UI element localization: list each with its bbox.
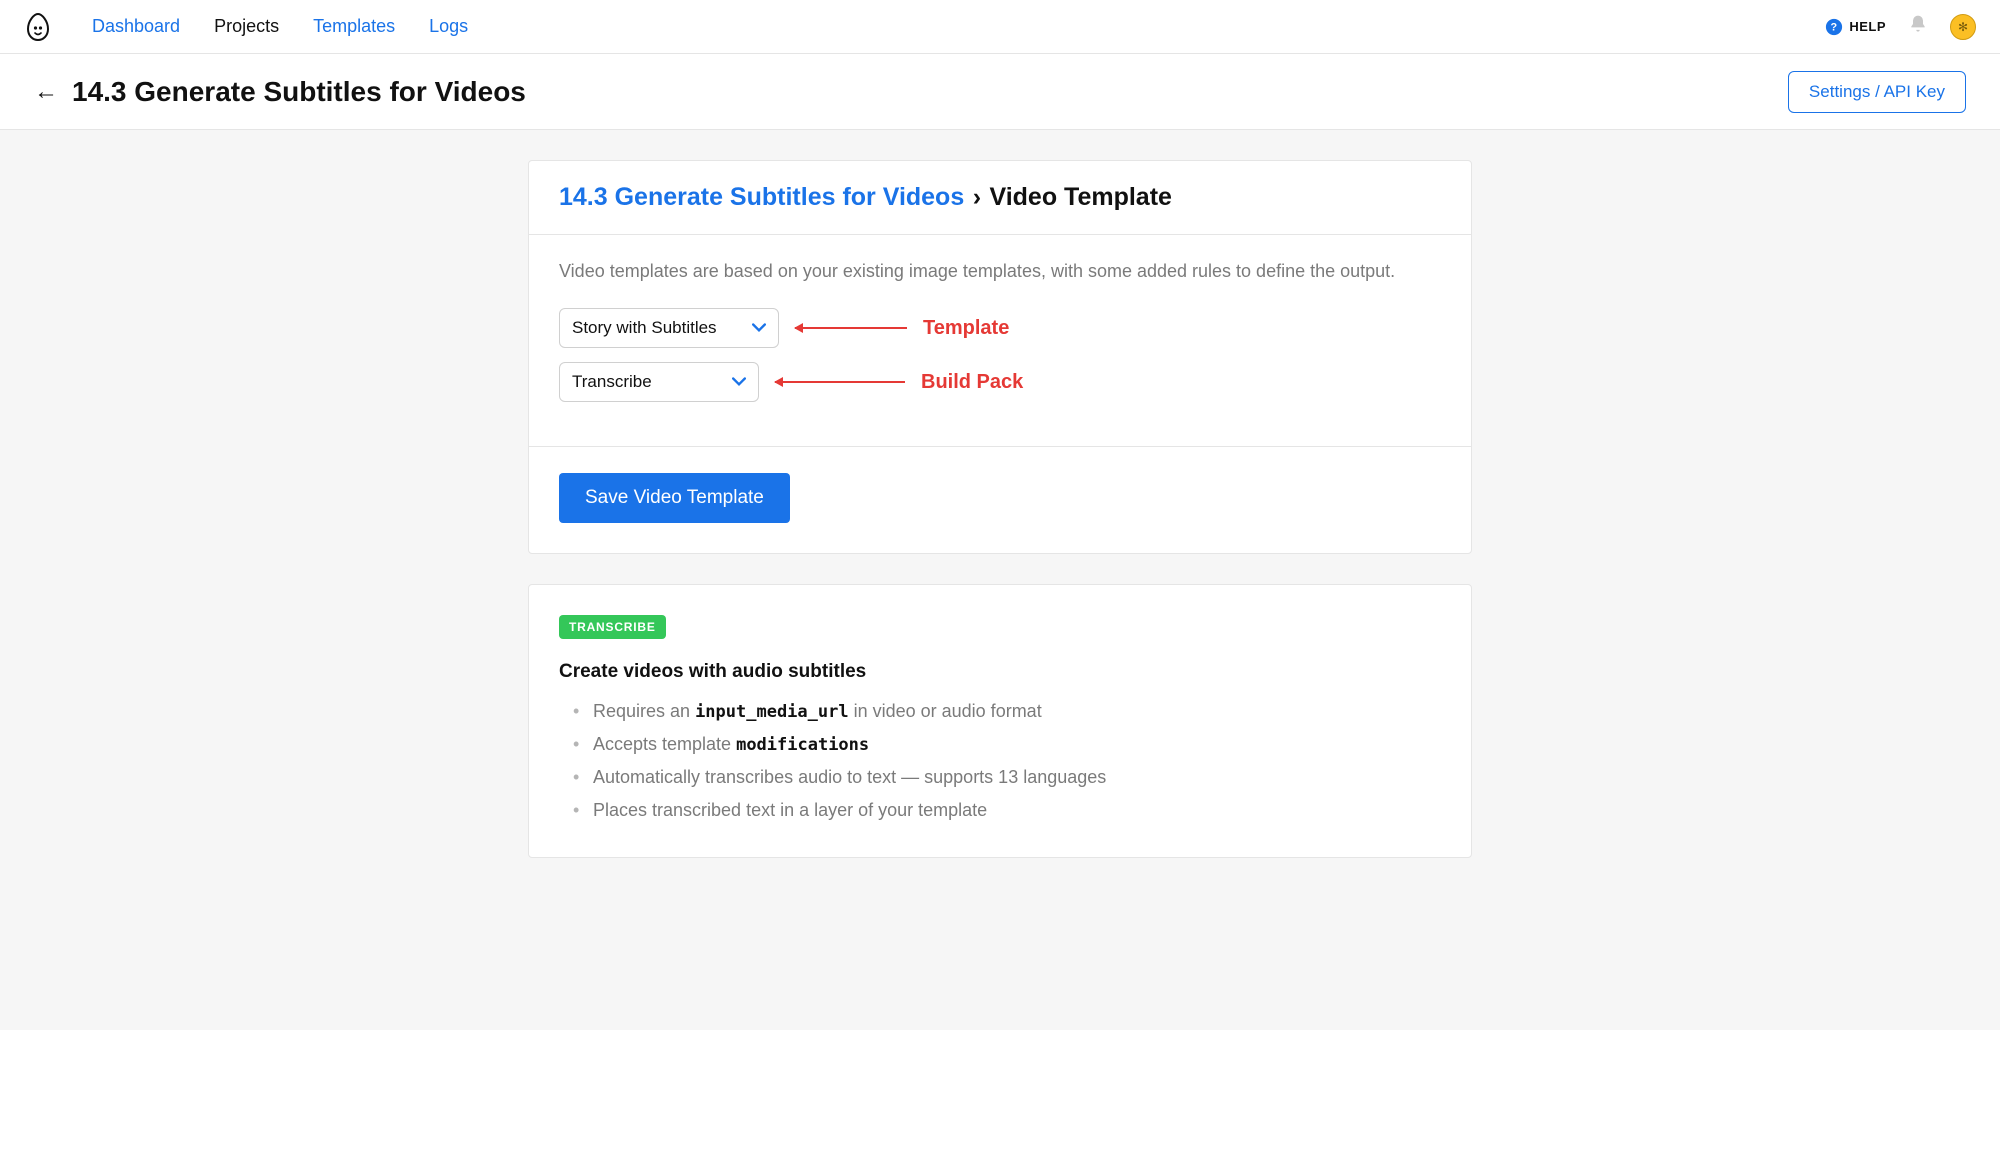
nav-projects[interactable]: Projects: [214, 16, 279, 37]
buildpack-select-row: Transcribe Build Pack: [559, 362, 1441, 402]
save-video-template-button[interactable]: Save Video Template: [559, 473, 790, 523]
page-header: ← 14.3 Generate Subtitles for Videos Set…: [0, 54, 2000, 130]
breadcrumb: 14.3 Generate Subtitles for Videos › Vid…: [529, 161, 1471, 235]
page-title: 14.3 Generate Subtitles for Videos: [72, 76, 526, 108]
list-item: Places transcribed text in a layer of yo…: [573, 800, 1441, 821]
list-item: Automatically transcribes audio to text …: [573, 767, 1441, 788]
svg-text:?: ?: [1831, 21, 1838, 33]
body-area: 14.3 Generate Subtitles for Videos › Vid…: [0, 130, 2000, 1030]
help-icon: ?: [1825, 18, 1843, 36]
breadcrumb-current: Video Template: [989, 183, 1171, 211]
avatar[interactable]: ✻: [1950, 14, 1976, 40]
annotation-buildpack-label: Build Pack: [921, 371, 1023, 394]
nav-dashboard[interactable]: Dashboard: [92, 16, 180, 37]
breadcrumb-separator: ›: [969, 183, 985, 211]
app-logo[interactable]: [24, 13, 52, 41]
top-nav: Dashboard Projects Templates Logs ? HELP…: [0, 0, 2000, 54]
nav-logs[interactable]: Logs: [429, 16, 468, 37]
transcribe-bullets: Requires an input_media_url in video or …: [559, 701, 1441, 821]
transcribe-heading: Create videos with audio subtitles: [559, 661, 1441, 683]
help-link[interactable]: ? HELP: [1825, 18, 1886, 36]
settings-api-key-button[interactable]: Settings / API Key: [1788, 71, 1966, 113]
template-select-value: Story with Subtitles: [572, 318, 717, 338]
help-label: HELP: [1849, 19, 1886, 34]
transcribe-info-card: TRANSCRIBE Create videos with audio subt…: [528, 584, 1472, 858]
template-description: Video templates are based on your existi…: [559, 261, 1441, 282]
list-item: Accepts template modifications: [573, 734, 1441, 755]
nav-links: Dashboard Projects Templates Logs: [92, 16, 468, 37]
card-body: Video templates are based on your existi…: [529, 235, 1471, 447]
back-arrow-icon[interactable]: ←: [34, 78, 58, 106]
nav-templates[interactable]: Templates: [313, 16, 395, 37]
buildpack-select[interactable]: Transcribe: [559, 362, 759, 402]
annotation-arrow: [795, 327, 907, 329]
buildpack-select-value: Transcribe: [572, 372, 652, 392]
transcribe-badge: TRANSCRIBE: [559, 615, 666, 639]
video-template-card: 14.3 Generate Subtitles for Videos › Vid…: [528, 160, 1472, 554]
breadcrumb-link[interactable]: 14.3 Generate Subtitles for Videos: [559, 183, 964, 211]
template-select[interactable]: Story with Subtitles: [559, 308, 779, 348]
bell-icon[interactable]: [1908, 14, 1928, 39]
card-actions: Save Video Template: [529, 447, 1471, 553]
annotation-arrow: [775, 381, 905, 383]
template-select-row: Story with Subtitles Template: [559, 308, 1441, 348]
list-item: Requires an input_media_url in video or …: [573, 701, 1441, 722]
chevron-down-icon: [732, 372, 746, 392]
chevron-down-icon: [752, 318, 766, 338]
annotation-template-label: Template: [923, 317, 1009, 340]
